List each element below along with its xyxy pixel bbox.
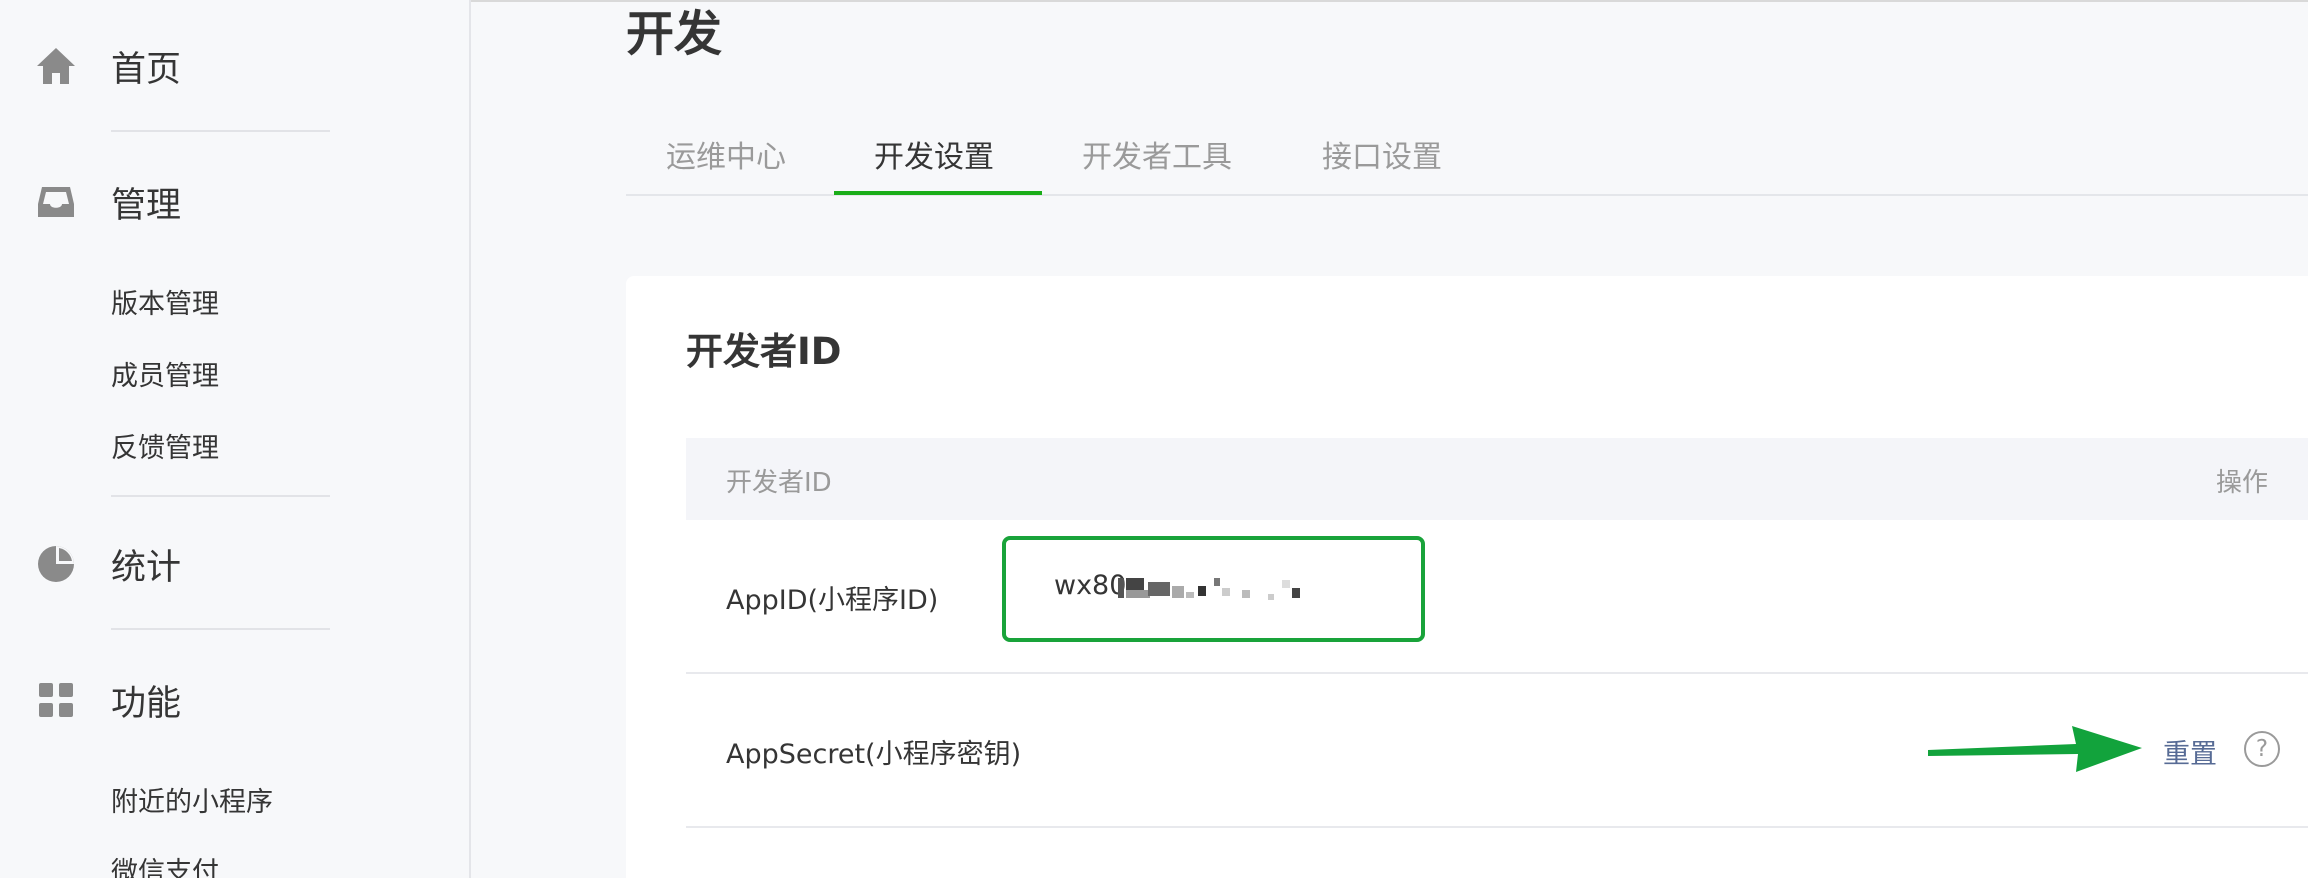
developer-id-card: 开发者ID 开发者ID 操作 AppID(小程序ID) wx80 AppSecr… bbox=[626, 276, 2308, 878]
appid-label: AppID(小程序ID) bbox=[726, 585, 939, 616]
appid-redacted-pixels bbox=[1118, 578, 1300, 600]
tab-ops-center[interactable]: 运维中心 bbox=[666, 120, 786, 196]
column-header-id: 开发者ID bbox=[726, 468, 832, 498]
sidebar: 首页 管理 版本管理 成员管理 反馈管理 统计 功能 附近的小程序 微信支付 bbox=[0, 0, 471, 878]
sidebar-item-home[interactable]: 首页 bbox=[34, 36, 434, 96]
table-row-divider bbox=[686, 672, 2308, 674]
pie-chart-icon bbox=[34, 542, 78, 586]
tab-dev-settings[interactable]: 开发设置 bbox=[874, 120, 994, 196]
table-row-divider bbox=[686, 826, 2308, 828]
sidebar-subitem-members[interactable]: 成员管理 bbox=[111, 354, 219, 393]
grid-icon bbox=[34, 678, 78, 722]
help-icon[interactable]: ? bbox=[2244, 731, 2280, 767]
appid-value: wx80 bbox=[1054, 570, 1127, 601]
tab-api-settings[interactable]: 接口设置 bbox=[1322, 120, 1442, 196]
inbox-icon bbox=[34, 180, 78, 224]
reset-secret-link[interactable]: 重置 bbox=[2163, 732, 2217, 771]
sidebar-subitem-version[interactable]: 版本管理 bbox=[111, 282, 219, 321]
sidebar-item-label: 功能 bbox=[111, 683, 182, 724]
sidebar-divider bbox=[111, 628, 330, 630]
sidebar-item-label: 首页 bbox=[111, 49, 182, 90]
table-header: 开发者ID 操作 bbox=[686, 438, 2308, 520]
tab-bar: 运维中心 开发设置 开发者工具 接口设置 bbox=[626, 120, 2308, 196]
active-tab-indicator bbox=[834, 191, 1042, 195]
sidebar-item-label: 管理 bbox=[111, 185, 182, 226]
column-header-actions: 操作 bbox=[2215, 468, 2268, 498]
home-icon bbox=[34, 44, 78, 88]
sidebar-item-manage[interactable]: 管理 bbox=[34, 172, 434, 232]
sidebar-divider bbox=[111, 495, 330, 497]
sidebar-subitem-feedback[interactable]: 反馈管理 bbox=[111, 426, 219, 465]
appsecret-label: AppSecret(小程序密钥) bbox=[726, 739, 1022, 770]
green-arrow-annotation bbox=[1928, 726, 2142, 772]
sidebar-item-stats[interactable]: 统计 bbox=[34, 534, 434, 594]
sidebar-item-features[interactable]: 功能 bbox=[34, 670, 434, 730]
sidebar-item-label: 统计 bbox=[111, 547, 182, 588]
sidebar-subitem-wechat-pay[interactable]: 微信支付 bbox=[111, 850, 219, 878]
appid-highlight-box: wx80 bbox=[1002, 536, 1425, 642]
tab-dev-tools[interactable]: 开发者工具 bbox=[1082, 120, 1232, 196]
card-title: 开发者ID bbox=[686, 330, 842, 373]
sidebar-divider bbox=[111, 130, 330, 132]
page-title: 开发 bbox=[626, 6, 723, 62]
sidebar-subitem-nearby[interactable]: 附近的小程序 bbox=[111, 780, 273, 819]
